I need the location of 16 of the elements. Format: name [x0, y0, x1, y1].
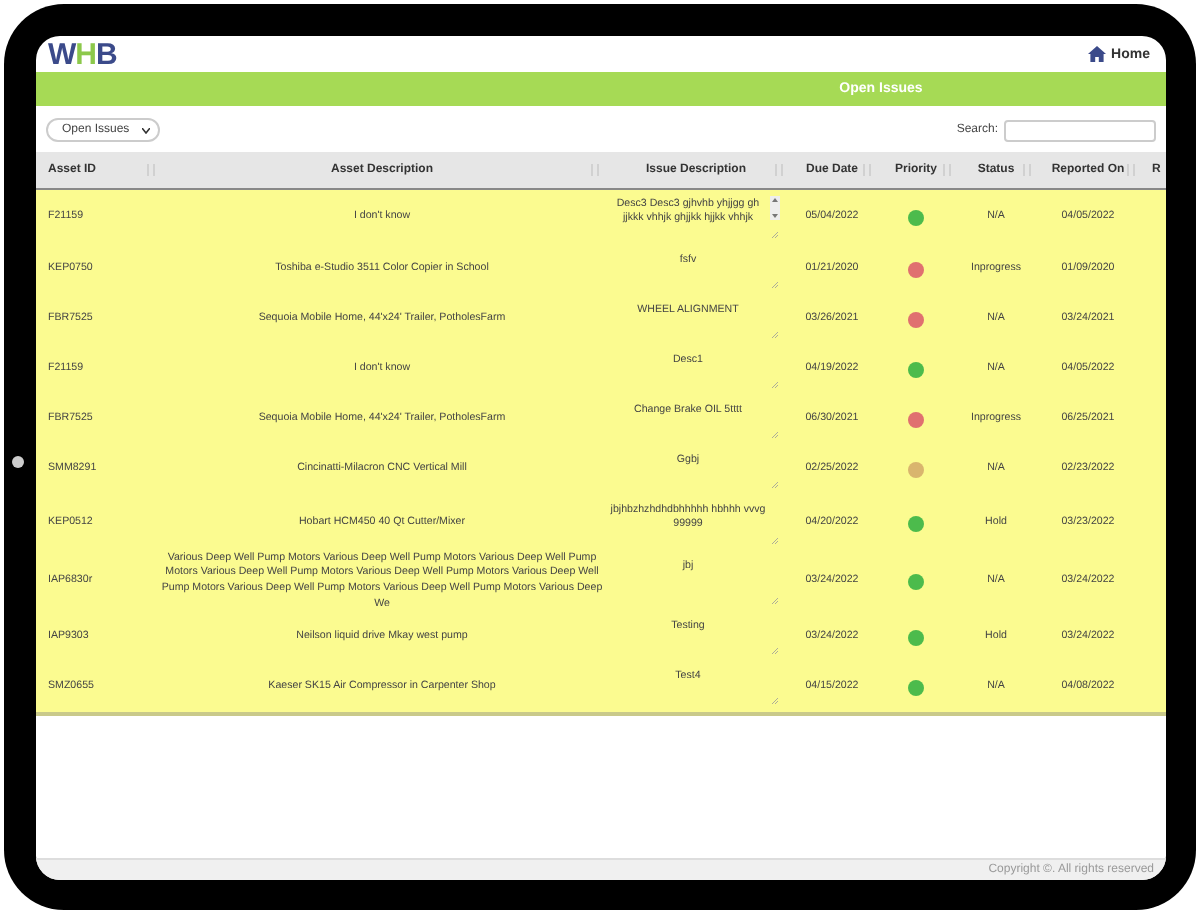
resize-grip-icon	[772, 481, 778, 488]
logo: WHB	[48, 37, 117, 71]
resize-grip-icon	[772, 331, 778, 338]
camera-dot	[12, 456, 24, 468]
resize-grip-icon	[772, 231, 778, 238]
resize-grip-icon	[772, 431, 778, 438]
scrollbar-icon	[770, 196, 780, 220]
resize-grip-icon	[772, 698, 778, 705]
resize-grip-icon	[772, 598, 778, 605]
resize-grip-icon	[772, 648, 778, 655]
home-icon	[1087, 46, 1106, 62]
resize-grip-icon	[772, 281, 778, 288]
search-field[interactable]	[1004, 119, 1156, 141]
resize-grip-icon	[772, 537, 778, 544]
resize-grip-icon	[772, 381, 778, 388]
chevron-icon	[141, 127, 150, 133]
